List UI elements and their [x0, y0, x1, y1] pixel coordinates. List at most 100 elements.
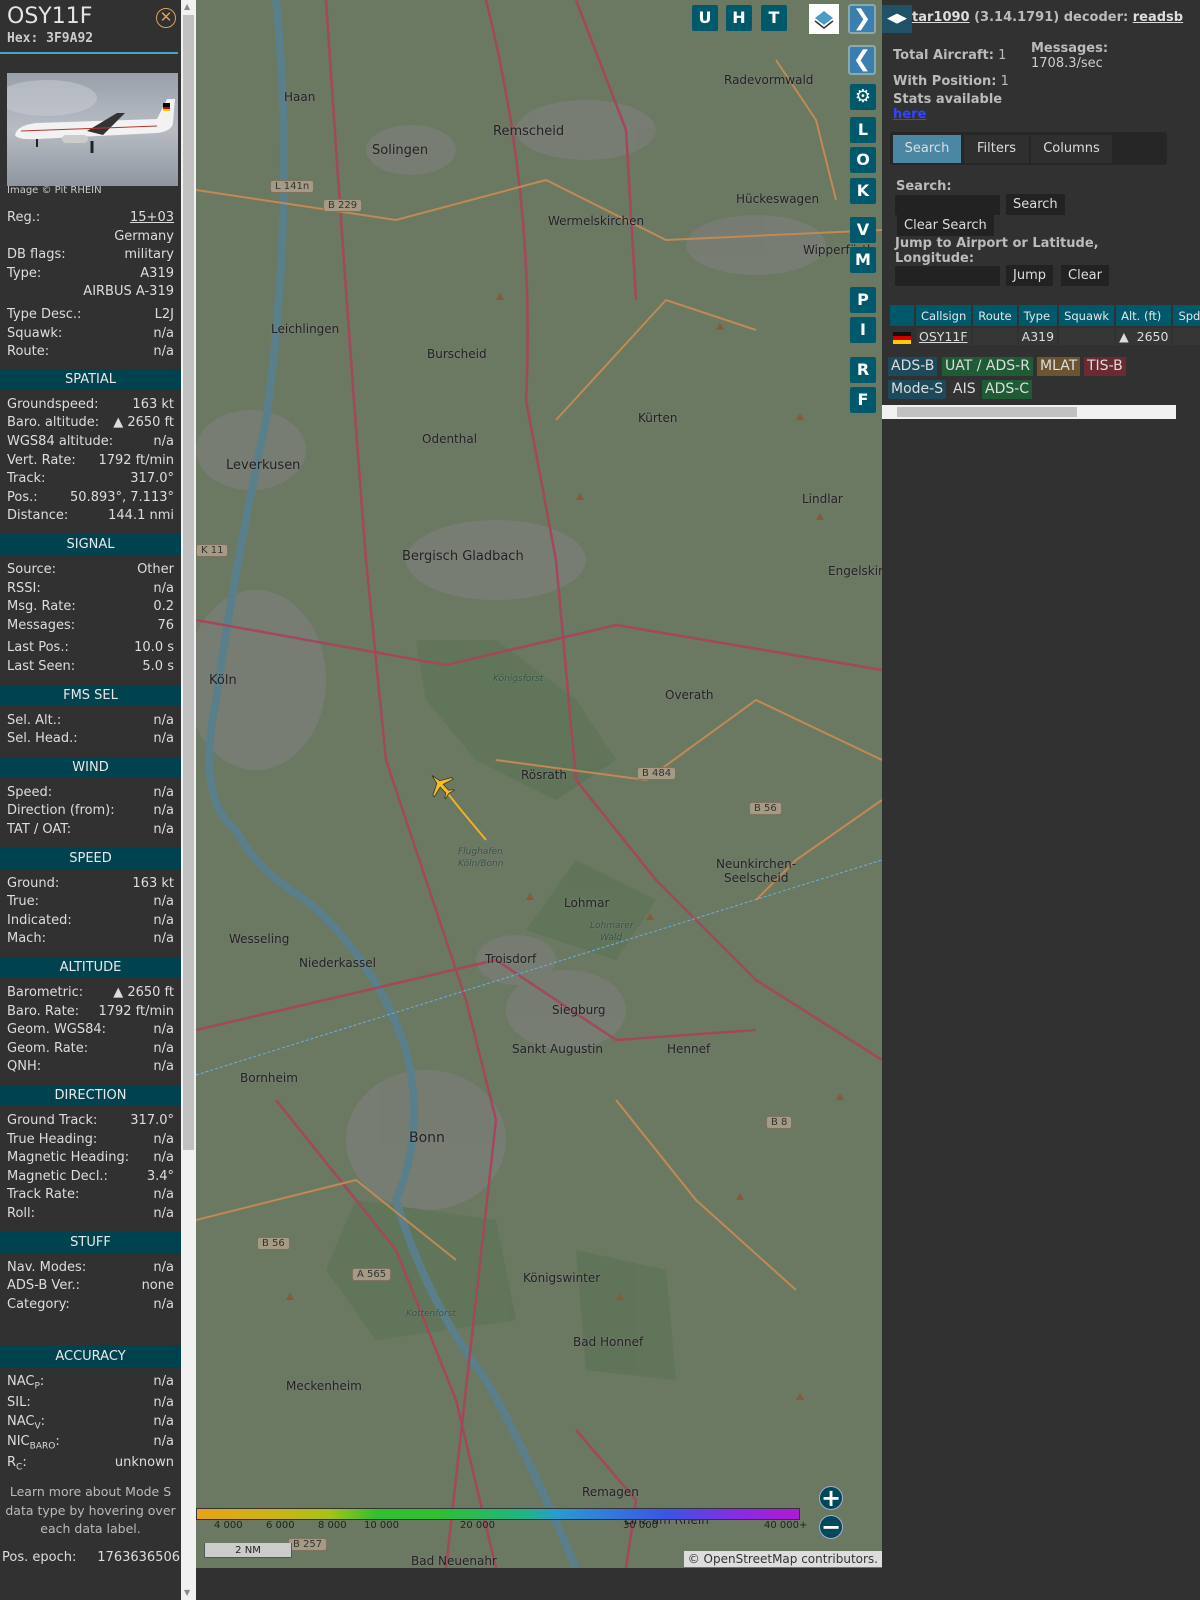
table-horizontal-scrollbar[interactable]	[882, 405, 1176, 419]
section-header-stuff[interactable]: STUFF	[0, 1231, 181, 1253]
aircraft-photo[interactable]	[7, 73, 178, 186]
zoom-in-button[interactable]: +	[819, 1486, 843, 1510]
info-value: military	[124, 247, 174, 263]
decoder-link[interactable]: readsb	[1133, 10, 1183, 25]
search-input[interactable]	[895, 195, 1000, 215]
info-label-text: ADS-B Ver.:	[7, 1278, 80, 1294]
info-value: A319	[140, 265, 174, 281]
tab-search[interactable]: Search	[893, 135, 961, 163]
aircraft-marker-icon[interactable]	[426, 770, 456, 800]
section-header-accuracy[interactable]: ACCURACY	[0, 1346, 181, 1368]
aircraft-info-panel: OSY11F Hex: 3F9A92 ✕ Image © Pit RHEIN R…	[0, 0, 181, 1600]
collapse-arrows-icon: ◀▶	[887, 11, 907, 26]
column-header-altitude[interactable]: Alt. (ft)	[1116, 305, 1172, 326]
toggle-l-button[interactable]: L	[850, 117, 876, 143]
clear-button[interactable]: Clear	[1061, 265, 1109, 286]
map-label: Köln/Bonn	[458, 859, 504, 869]
close-icon[interactable]: ✕	[156, 8, 176, 28]
toggle-r-button[interactable]: R	[850, 357, 876, 383]
info-label: Sel. Alt.:	[7, 712, 61, 730]
section-header-signal[interactable]: SIGNAL	[0, 534, 181, 555]
section-header-fms-sel[interactable]: FMS SEL	[0, 684, 181, 706]
toggle-k-button[interactable]: K	[850, 178, 876, 204]
settings-button[interactable]: ⚙	[850, 84, 876, 110]
colon: :	[26, 1394, 31, 1410]
prev-arrow-button[interactable]: ❮	[848, 45, 876, 75]
scroll-up-icon[interactable]: ▲	[184, 2, 190, 11]
toggle-sidebar-button[interactable]: ◀▶	[882, 5, 912, 33]
map-label: Kürten	[638, 411, 678, 425]
info-label: Indicated:	[7, 912, 72, 930]
callsign-cell[interactable]: OSY11F	[916, 328, 972, 345]
info-label-text: Indicated:	[7, 912, 72, 928]
info-row: AIRBUS A-319	[7, 283, 174, 301]
section-header-direction[interactable]: DIRECTION	[0, 1085, 181, 1106]
map-label: Königswinter	[523, 1271, 601, 1285]
column-header-speed[interactable]: Spd	[1173, 305, 1200, 326]
toggle-v-button[interactable]: V	[850, 217, 876, 243]
toggle-u-button[interactable]: U	[692, 5, 718, 31]
toggle-h-button[interactable]: H	[726, 5, 752, 31]
info-label-text: Type:	[7, 265, 42, 281]
info-value: Other	[137, 562, 174, 577]
section-header-altitude[interactable]: ALTITUDE	[0, 957, 181, 978]
toggle-f-button[interactable]: F	[850, 387, 876, 413]
info-panel-scrollbar[interactable]: ▲ ▼	[181, 0, 196, 1600]
info-label: NICBARO:	[7, 1433, 60, 1452]
section-header-speed[interactable]: SPEED	[0, 847, 181, 869]
next-arrow-button[interactable]: ❯	[848, 4, 876, 34]
road-shield: K 11	[196, 544, 229, 557]
info-row: DB flags: military	[7, 246, 174, 264]
info-label-text: Speed:	[7, 784, 53, 800]
info-value: n/a	[153, 1040, 174, 1056]
info-row: QNH: n/a	[7, 1058, 174, 1076]
map-label: Engelskirch	[828, 564, 882, 578]
info-label: Messages:	[7, 617, 75, 635]
tab-columns[interactable]: Columns	[1031, 135, 1112, 163]
road-shield: B 56	[749, 802, 782, 815]
info-value: 5.0 s	[142, 659, 174, 674]
scrollbar-thumb[interactable]	[897, 407, 1077, 417]
toggle-m-button[interactable]: M	[850, 247, 876, 273]
stats-link[interactable]: here	[893, 107, 926, 122]
map-label: Remscheid	[493, 124, 565, 139]
info-label: Sel. Head.:	[7, 730, 78, 748]
toggle-t-button[interactable]: T	[761, 5, 787, 31]
scrollbar-thumb[interactable]	[183, 15, 194, 1150]
map[interactable]: Haan Solingen Remscheid Radevormwald Wer…	[196, 0, 882, 1568]
table-row[interactable]: OSY11F A319 ▲ 2650	[890, 328, 1200, 345]
gear-icon: ⚙	[854, 86, 872, 107]
column-header-type[interactable]: Type	[1018, 305, 1058, 326]
layers-button[interactable]	[809, 4, 839, 34]
info-label-text: Sel. Alt.:	[7, 712, 62, 728]
section-header-wind[interactable]: WIND	[0, 756, 181, 778]
map-label: Burscheid	[427, 347, 487, 361]
map-attribution[interactable]: © OpenStreetMap contributors.	[683, 1551, 882, 1567]
toggle-p-button[interactable]: P	[850, 287, 876, 313]
column-header-squawk[interactable]: Squawk	[1059, 305, 1115, 326]
column-header-route[interactable]: Route	[973, 305, 1017, 326]
scroll-down-icon[interactable]: ▼	[184, 1588, 190, 1597]
column-header-callsign[interactable]: Callsign	[916, 305, 972, 326]
toggle-o-button[interactable]: O	[850, 147, 876, 173]
tab-filters[interactable]: Filters	[964, 135, 1029, 163]
mode-s-help-text: Learn more about Mode S data type by hov…	[5, 1484, 176, 1536]
map-label: Leichlingen	[271, 322, 340, 336]
info-label-text: RSSI:	[7, 580, 41, 596]
info-value[interactable]: 15+03	[130, 209, 174, 227]
info-label: Msg. Rate:	[7, 598, 76, 616]
info-value: 10.0 s	[134, 640, 174, 656]
map-label: Meckenheim	[286, 1379, 362, 1393]
section-header-spatial[interactable]: SPATIAL	[0, 368, 181, 390]
app-name-link[interactable]: tar1090	[912, 10, 970, 25]
toggle-i-button[interactable]: I	[850, 317, 876, 343]
column-header-flag[interactable]	[890, 305, 914, 326]
jump-button[interactable]: Jump	[1006, 265, 1053, 286]
search-label: Search:	[896, 179, 952, 194]
info-row: WGS84 altitude: n/a	[7, 433, 174, 451]
zoom-out-button[interactable]: −	[819, 1515, 843, 1539]
info-label-text: Nav. Modes:	[7, 1259, 87, 1275]
clear-search-button[interactable]: Clear Search	[897, 215, 994, 236]
jump-input[interactable]	[895, 266, 1000, 286]
search-button[interactable]: Search	[1006, 194, 1065, 215]
